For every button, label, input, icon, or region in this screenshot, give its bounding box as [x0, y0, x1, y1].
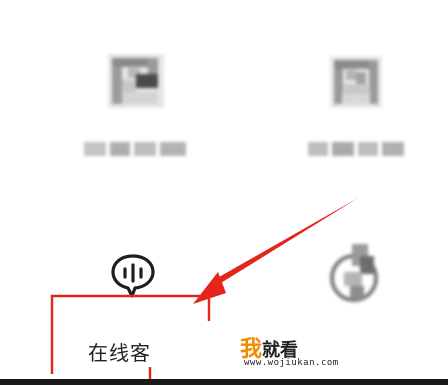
- online-service-label[interactable]: 在线客: [88, 337, 151, 366]
- red-arrow-icon: [193, 198, 358, 304]
- watermark-url: www.wojiukan.com: [244, 358, 339, 368]
- bottom-divider: [0, 379, 448, 385]
